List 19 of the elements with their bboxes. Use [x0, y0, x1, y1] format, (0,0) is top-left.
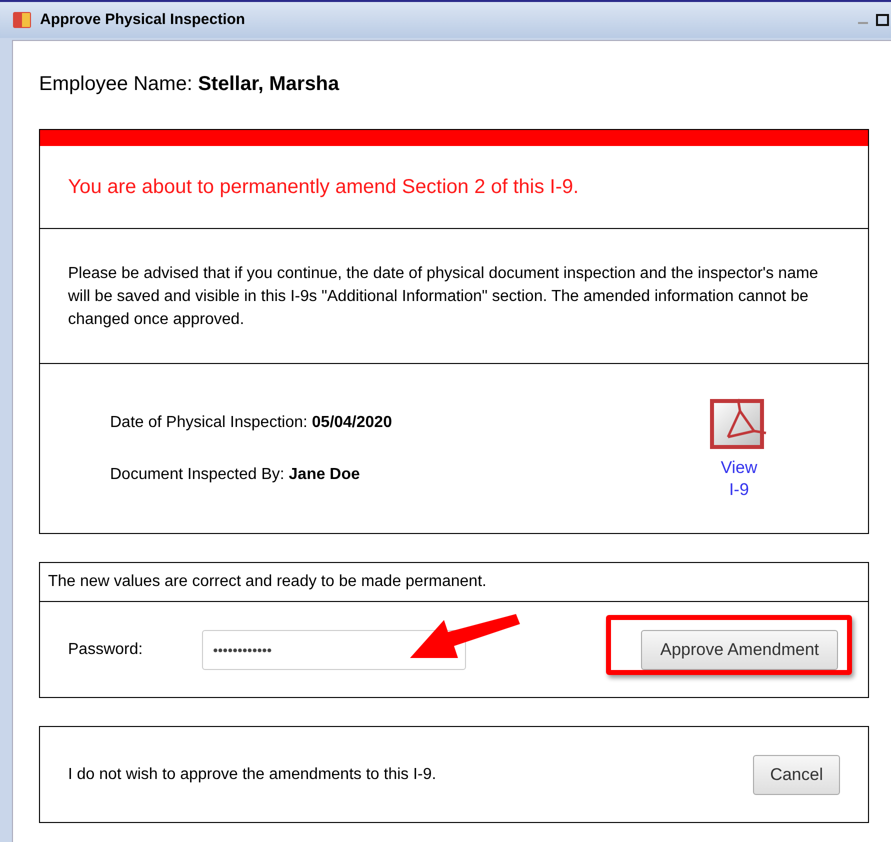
employee-name-label: Employee Name: — [39, 73, 194, 95]
approve-amendment-button[interactable]: Approve Amendment — [641, 630, 838, 670]
warning-text: You are about to permanently amend Section 2 of this I-9. — [68, 175, 579, 200]
detail-label: Date of Physical Inspection: — [110, 414, 308, 430]
password-label: Password: — [68, 640, 144, 660]
cancel-button[interactable]: Cancel — [753, 754, 840, 794]
detail-label: Document Inspected By: — [110, 466, 286, 482]
detail-value: 05/04/2020 — [312, 414, 392, 430]
decline-text: I do not wish to approve the amendments to this I-9. — [68, 764, 436, 784]
notice-text: Please be advised that if you continue, the date of physical document inspection and the inspector's name will be saved and visible in this I-9s "Additional Information" section. The amended information cannot be changed once approved. — [68, 264, 820, 330]
maximize-icon[interactable] — [876, 14, 889, 26]
window-title: Approve Physical Inspection — [40, 10, 246, 30]
confirm-heading: The new values are correct and ready to be made permanent. — [48, 572, 486, 592]
detail-value: Jane Doe — [288, 466, 360, 482]
pdf-icon — [710, 396, 768, 450]
employee-name: Stellar, Marsha — [198, 73, 340, 95]
app-icon — [12, 11, 32, 29]
password-field[interactable]: •••••••••••• — [202, 630, 466, 670]
view-document-link[interactable]: View I-9 — [710, 396, 768, 500]
